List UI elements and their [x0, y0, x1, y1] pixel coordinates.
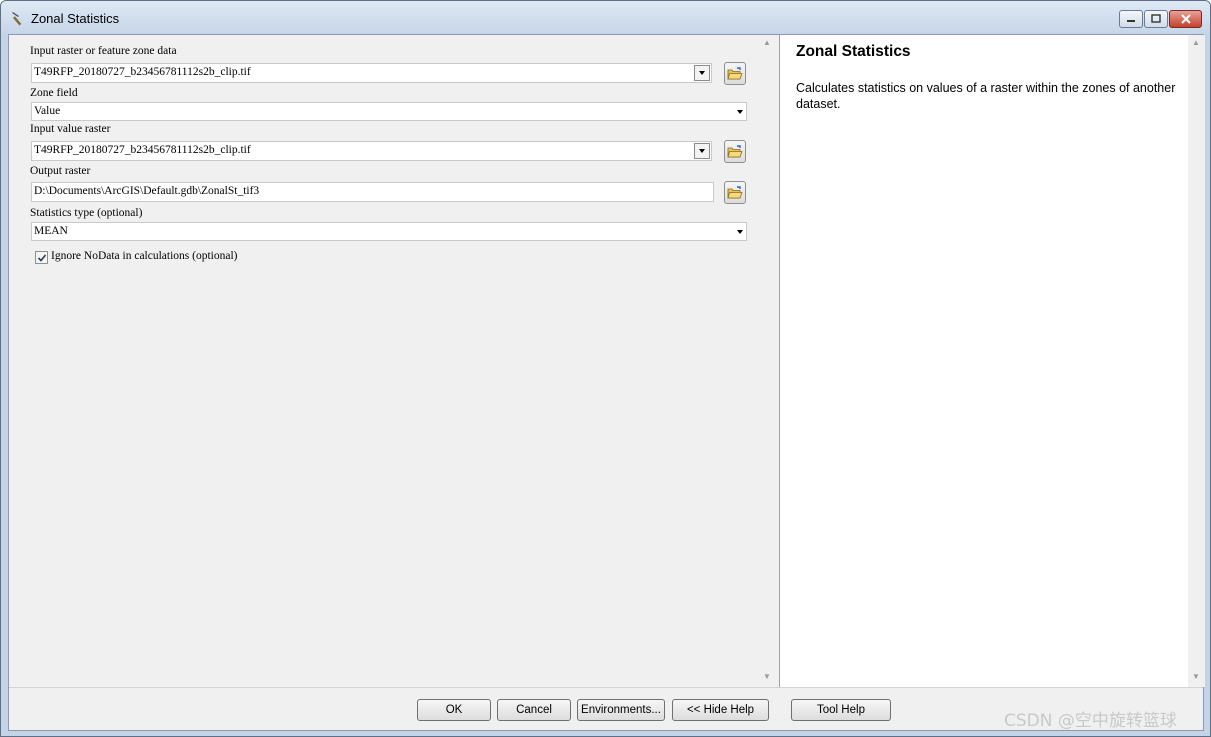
dialog-client-area: Input raster or feature zone data T49RFP…: [8, 34, 1205, 731]
statistics-type-dropdown[interactable]: [736, 228, 744, 236]
zone-data-browse-button[interactable]: [724, 62, 746, 85]
maximize-button[interactable]: [1144, 10, 1168, 28]
help-pane: Zonal Statistics Calculates statistics o…: [779, 35, 1188, 687]
cancel-button[interactable]: Cancel: [497, 699, 571, 721]
hammer-icon: [12, 12, 22, 26]
parameters-pane: Input raster or feature zone data T49RFP…: [11, 35, 773, 687]
chevron-down-icon: [737, 110, 743, 114]
help-title: Zonal Statistics: [796, 43, 911, 60]
ignore-nodata-label[interactable]: Ignore NoData in calculations (optional): [51, 250, 238, 262]
parameters-scrollbar[interactable]: ▲ ▼: [759, 35, 776, 687]
scroll-down-icon[interactable]: ▼: [1192, 672, 1200, 681]
window-title: Zonal Statistics: [31, 11, 120, 26]
open-folder-icon: [727, 66, 743, 79]
open-folder-icon: [727, 185, 743, 198]
scroll-up-icon[interactable]: ▲: [1192, 38, 1200, 47]
zone-data-value: T49RFP_20180727_b23456781112s2b_clip.tif: [34, 66, 251, 78]
output-raster-value: D:\Documents\ArcGIS\Default.gdb\ZonalSt_…: [34, 185, 260, 197]
close-button[interactable]: [1169, 10, 1202, 28]
chevron-down-icon: [699, 71, 705, 75]
chevron-down-icon: [699, 149, 705, 153]
zone-data-combo[interactable]: T49RFP_20180727_b23456781112s2b_clip.tif: [31, 63, 712, 83]
minimize-icon: [1127, 20, 1135, 22]
value-raster-value: T49RFP_20180727_b23456781112s2b_clip.tif: [34, 144, 251, 156]
tool-dialog-window: Zonal Statistics Input raster or feature…: [0, 0, 1211, 737]
window-controls: [1118, 10, 1202, 28]
chevron-down-icon: [737, 230, 743, 234]
value-raster-browse-button[interactable]: [724, 140, 746, 163]
help-description: Calculates statistics on values of a ras…: [796, 81, 1176, 111]
output-raster-input[interactable]: D:\Documents\ArcGIS\Default.gdb\ZonalSt_…: [31, 182, 714, 202]
scroll-down-icon[interactable]: ▼: [763, 672, 771, 681]
zone-field-select[interactable]: Value: [31, 102, 747, 121]
zone-field-label: Zone field: [30, 87, 78, 99]
value-raster-combo[interactable]: T49RFP_20180727_b23456781112s2b_clip.tif: [31, 141, 712, 161]
statistics-type-label: Statistics type (optional): [30, 207, 143, 219]
minimize-button[interactable]: [1119, 10, 1143, 28]
open-folder-icon: [727, 144, 743, 157]
ok-button[interactable]: OK: [417, 699, 491, 721]
value-raster-dropdown-button[interactable]: [694, 143, 710, 159]
output-raster-label: Output raster: [30, 165, 91, 177]
environments-button[interactable]: Environments...: [577, 699, 665, 721]
scroll-up-icon[interactable]: ▲: [763, 38, 771, 47]
zone-field-dropdown[interactable]: [736, 108, 744, 116]
statistics-type-select[interactable]: MEAN: [31, 222, 747, 241]
help-scrollbar[interactable]: ▲ ▼: [1188, 35, 1205, 687]
statistics-type-value: MEAN: [34, 225, 68, 237]
watermark: CSDN @空中旋转篮球: [1004, 711, 1177, 731]
output-raster-browse-button[interactable]: [724, 181, 746, 204]
checkmark-icon: [37, 253, 46, 262]
title-bar[interactable]: Zonal Statistics: [1, 1, 1210, 34]
ignore-nodata-checkbox[interactable]: [35, 251, 48, 264]
tool-help-button[interactable]: Tool Help: [791, 699, 891, 721]
zone-data-dropdown-button[interactable]: [694, 65, 710, 81]
hide-help-button[interactable]: << Hide Help: [672, 699, 769, 721]
zone-field-value: Value: [34, 105, 61, 117]
close-icon: [1180, 14, 1191, 24]
maximize-icon: [1151, 14, 1161, 23]
zone-data-label: Input raster or feature zone data: [30, 45, 177, 57]
value-raster-label: Input value raster: [30, 123, 111, 135]
